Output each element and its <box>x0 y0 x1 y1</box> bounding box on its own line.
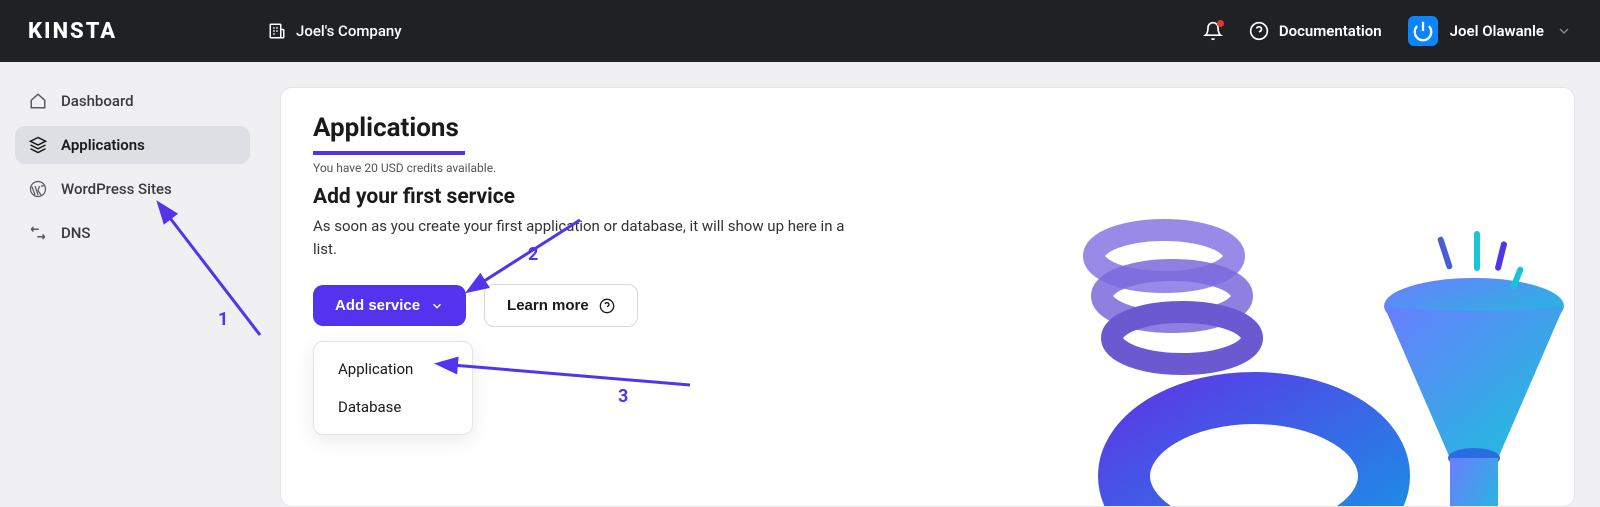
sidebar-item-label: Applications <box>61 136 145 154</box>
menu-item-label: Application <box>338 360 413 378</box>
sidebar-item-label: DNS <box>61 224 91 242</box>
sidebar-item-dashboard[interactable]: Dashboard <box>15 82 250 120</box>
building-icon <box>268 22 286 40</box>
user-menu[interactable]: Joel Olawanle <box>1408 16 1572 46</box>
top-header: KINSTA Joel's Company Documentation Joel… <box>0 0 1600 62</box>
sidebar: Dashboard Applications WordPress Sites D… <box>0 62 265 503</box>
menu-item-label: Database <box>338 398 401 416</box>
sidebar-item-label: WordPress Sites <box>61 180 172 198</box>
documentation-label: Documentation <box>1279 22 1382 40</box>
company-name: Joel's Company <box>296 22 402 40</box>
add-service-dropdown: Add service Application Database <box>313 285 466 326</box>
brand-logo: KINSTA <box>28 19 268 44</box>
layers-icon <box>29 136 47 154</box>
add-service-label: Add service <box>335 297 420 314</box>
sidebar-item-label: Dashboard <box>61 92 134 110</box>
credit-note: You have 20 USD credits available. <box>313 161 1542 175</box>
home-icon <box>29 92 47 110</box>
wordpress-icon <box>29 180 47 198</box>
help-icon <box>1249 21 1269 41</box>
sidebar-item-dns[interactable]: DNS <box>15 214 250 252</box>
notifications-button[interactable] <box>1203 21 1223 41</box>
sidebar-item-wordpress[interactable]: WordPress Sites <box>15 170 250 208</box>
avatar <box>1408 16 1438 46</box>
chevron-down-icon <box>1556 23 1572 39</box>
chevron-down-icon <box>430 299 444 313</box>
title-underline <box>313 151 465 155</box>
illustration <box>1044 186 1575 507</box>
power-icon <box>1412 20 1434 42</box>
main-card: Applications You have 20 USD credits ava… <box>280 87 1575 507</box>
notification-dot <box>1217 20 1224 27</box>
learn-more-label: Learn more <box>507 297 589 314</box>
add-service-menu: Application Database <box>313 341 473 435</box>
menu-item-application[interactable]: Application <box>314 350 472 388</box>
username: Joel Olawanle <box>1450 22 1544 40</box>
learn-more-button[interactable]: Learn more <box>484 284 638 327</box>
menu-item-database[interactable]: Database <box>314 388 472 426</box>
add-service-button[interactable]: Add service <box>313 285 466 326</box>
page-title: Applications <box>313 113 1542 143</box>
header-right: Documentation Joel Olawanle <box>1203 16 1572 46</box>
documentation-link[interactable]: Documentation <box>1249 21 1382 41</box>
help-icon <box>599 298 615 314</box>
section-description: As soon as you create your first applica… <box>313 215 863 260</box>
dns-icon <box>29 224 47 242</box>
company-selector[interactable]: Joel's Company <box>268 22 402 40</box>
sidebar-item-applications[interactable]: Applications <box>15 126 250 164</box>
